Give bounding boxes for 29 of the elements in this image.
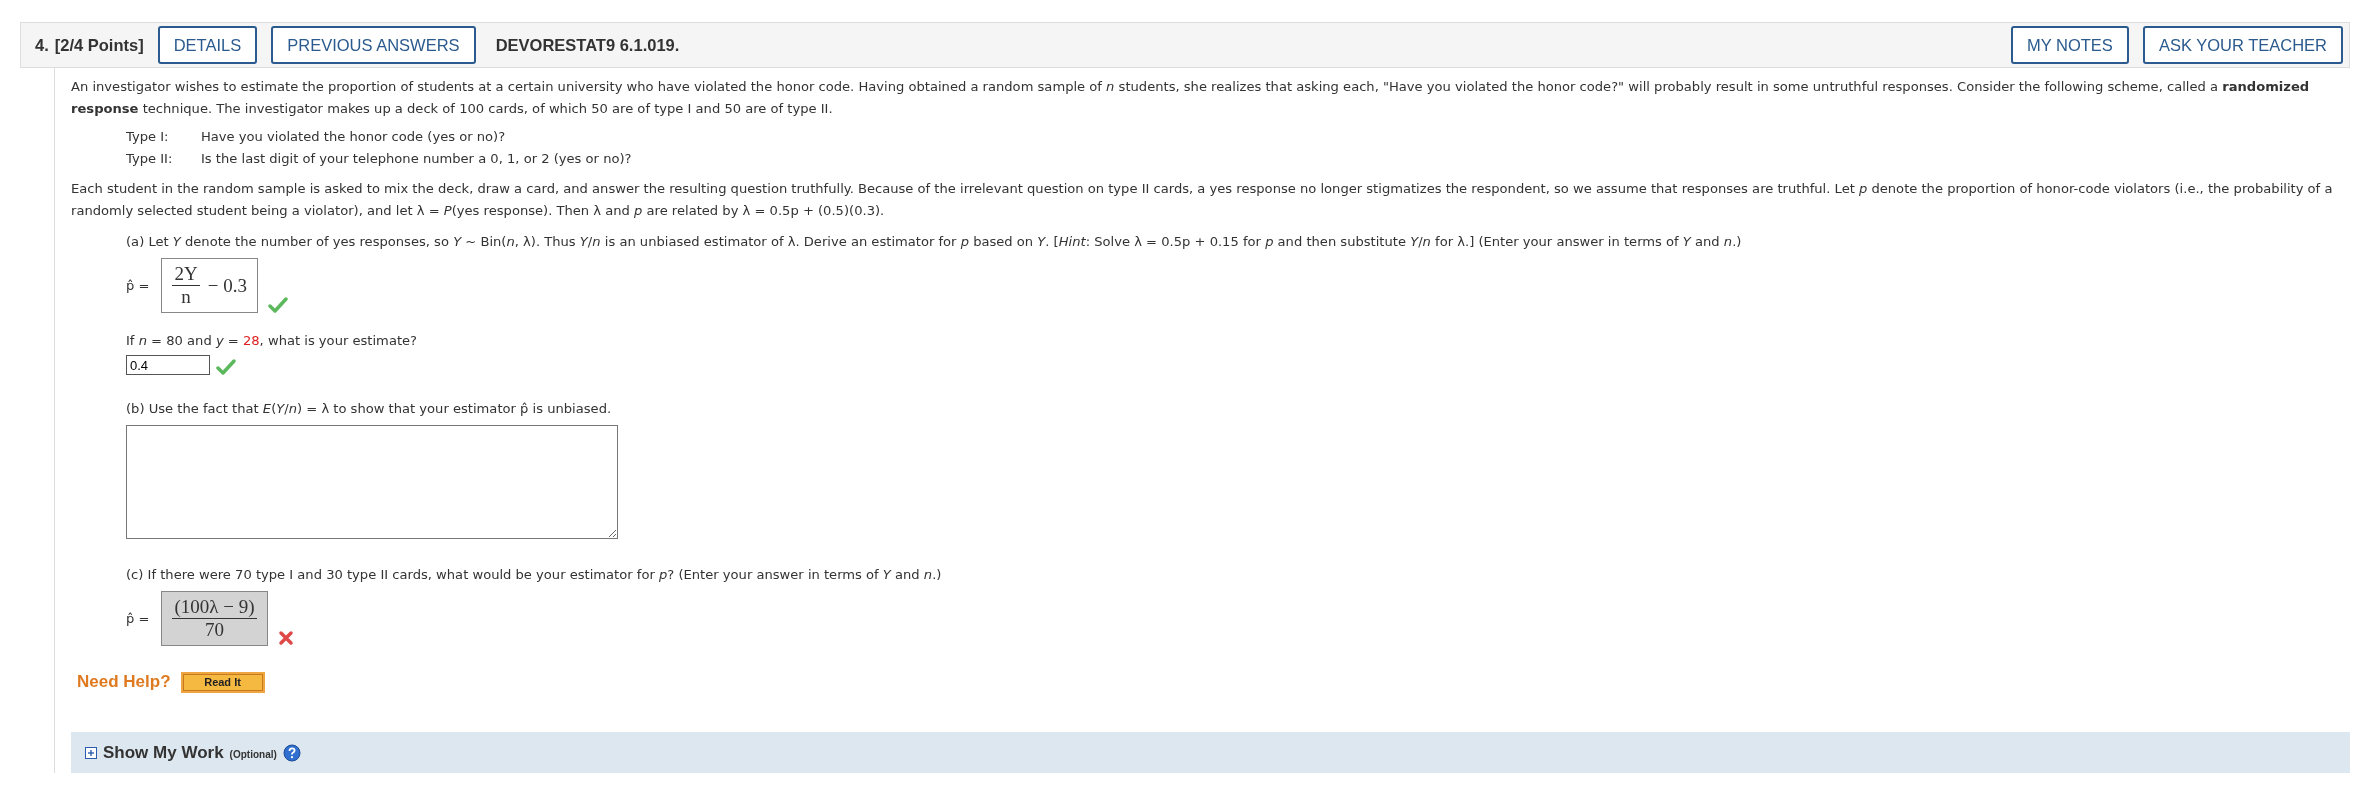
show-work-title: Show My Work	[103, 742, 224, 763]
part-prompt: (b) Use the fact that E(Y/n) = λ to show that your estimator p̂ is unbiased.	[126, 400, 613, 418]
header-button[interactable]: MY NOTES	[2011, 26, 2129, 64]
type-label: Type II:	[126, 150, 174, 168]
estimator-symbol: p̂ =	[126, 278, 150, 293]
part-prompt: If n = 80 and y = 28, what is your estimate?	[126, 332, 419, 350]
points-label: [2/4 Points]	[54, 35, 144, 55]
part-prompt: (c) If there were 70 type I and 30 type II cards, what would be your estimator for p? (Enter your answer in terms of Y and n.)	[126, 566, 943, 584]
type-question: Have you violated the honor code (yes or no)?	[201, 128, 506, 146]
question-number: 4.	[35, 35, 49, 55]
header-button[interactable]: DETAILS	[157, 26, 258, 64]
answer-field[interactable]: 0.4	[126, 355, 210, 375]
part-prompt: (a) Let Y denote the number of yes responses, so Y ~ Bin(n, λ). Thus Y/n is an unbiased estimator of λ. Derive an estimator for p based on Y. [Hint: Solve λ = 0.5p + 0.15 for p and then substitute Y/n for λ.] (Enter your answer in terms of Y and n.)	[126, 233, 1743, 251]
header-button[interactable]: ASK YOUR TEACHER	[2142, 26, 2343, 64]
intro-paragraph: An investigator wishes to estimate the proportion of students at a certain university who have violated the honor code. Having obtained a random sample of n students, she realizes that asking each, "Have you violated the honor code?" will probably result in some untruthful responses. Consider the following scheme, called a randomized response technique. The investigator makes up a deck of 100 cards, of which 50 are of type I and 50 are of type II.	[71, 78, 2311, 118]
formula-answer-field[interactable]: (100λ − 9) 70	[161, 591, 268, 646]
read-it-button[interactable]: Read It	[182, 673, 263, 691]
type-question: Is the last digit of your telephone number a 0, 1, or 2 (yes or no)?	[201, 150, 632, 168]
expand-icon[interactable]	[85, 746, 97, 759]
answer-box[interactable]	[126, 425, 618, 539]
estimator-symbol: p̂ =	[126, 611, 150, 626]
need-help-label: Need Help?	[77, 672, 171, 692]
show-my-work-bar[interactable]: Show My Work (Optional)	[71, 732, 2350, 773]
header-button[interactable]: PREVIOUS ANSWERS	[271, 26, 476, 64]
type-label: Type I:	[126, 128, 170, 146]
help-icon[interactable]	[282, 743, 301, 762]
problem-code: DEVORESTAT9 6.1.019.	[495, 35, 680, 55]
optional-note: (Optional)	[229, 749, 277, 760]
setup-paragraph: Each student in the random sample is asked to mix the deck, draw a card, and answer the resulting question truthfully. Because of the irrelevant question on type II cards, a yes response no longer stigmatizes the respondent, so we assume that responses are truthful. Let p denote the proportion of honor-code violators (i.e., the probability of a randomly selected student being a violator), and let λ = P(yes response). Then λ and p are related by λ = 0.5p + (0.5)(0.3).	[71, 180, 2334, 220]
